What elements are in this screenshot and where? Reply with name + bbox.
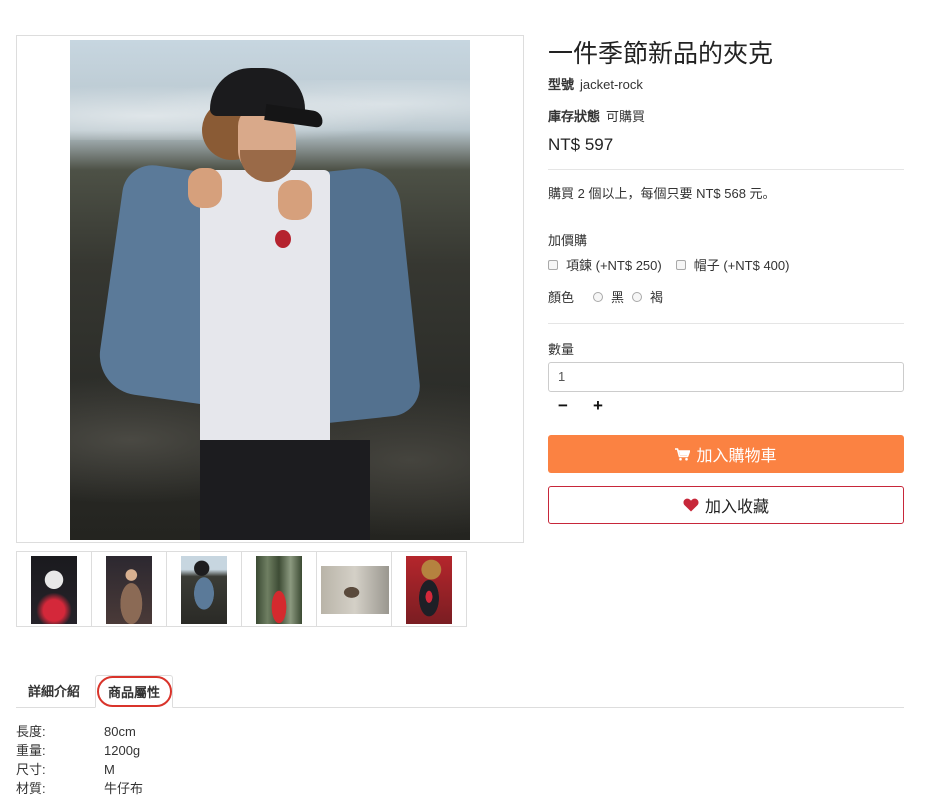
color-option-brown[interactable]: 褐 [632,287,663,306]
color-options: 顏色 黑 褐 [548,287,671,306]
add-to-wishlist-label: 加入收藏 [704,499,769,516]
color-label: 顏色 [548,290,575,305]
model-line: 型號 jacket-rock [548,74,643,93]
addon-necklace[interactable]: 項鍊 (+NT$ 250) [548,255,662,274]
spec-key: 材質: [16,781,46,796]
spec-key: 尺寸: [16,762,46,777]
color-option-black[interactable]: 黑 [593,287,624,306]
color-brown-label: 褐 [650,290,664,305]
thumbnail-strip [16,551,467,627]
divider [548,323,904,324]
quantity-label: 數量 [548,342,575,357]
addon-hat-label: 帽子 (+NT$ 400) [693,258,790,273]
shopping-cart-icon [675,447,691,461]
spec-value: M [104,762,115,777]
thumbnail-image [106,556,152,624]
quantity-input[interactable]: 1 [548,362,904,392]
add-to-wishlist-button[interactable]: 加入收藏 [548,486,904,524]
bulk-discount-text: 購買 2 個以上，每個只要 NT$ 568 元。 [548,186,776,201]
spec-value: 牛仔布 [104,781,144,796]
color-brown-radio[interactable] [632,291,643,302]
product-title: 一件季節新品的夾克 [548,39,774,68]
thumbnail-1[interactable] [16,551,92,627]
heart-icon [683,498,699,512]
thumbnail-5[interactable] [316,551,392,627]
quantity-increase-button[interactable]: + [588,396,608,416]
spec-key: 長度: [16,724,46,739]
color-black-radio[interactable] [593,291,604,302]
thumbnail-4[interactable] [241,551,317,627]
addon-necklace-checkbox[interactable] [548,259,558,270]
stock-value: 可購買 [606,109,646,124]
thumbnail-image [321,566,389,614]
divider [548,169,904,170]
addon-hat-checkbox[interactable] [675,259,686,270]
addon-necklace-label: 項鍊 (+NT$ 250) [566,258,662,273]
thumbnail-3[interactable] [166,551,242,627]
thumbnail-image [181,556,227,624]
thumbnail-image [31,556,77,624]
spec-value: 80cm [104,724,136,739]
main-product-image[interactable] [16,35,524,543]
addon-options: 項鍊 (+NT$ 250) 帽子 (+NT$ 400) [548,255,803,274]
spec-value: 1200g [104,743,141,758]
addon-label: 加價購 [548,233,588,248]
tab-description[interactable]: 詳細介紹 [17,675,91,708]
tab-attributes[interactable]: 商品屬性 [95,675,173,708]
add-to-cart-label: 加入購物車 [696,448,777,465]
quantity-decrease-button[interactable]: − [553,396,573,416]
product-price: NT$ 597 [548,135,614,154]
model-label: 型號 [548,77,575,92]
thumbnail-image [256,556,302,624]
add-to-cart-button[interactable]: 加入購物車 [548,435,904,473]
model-value: jacket-rock [580,77,643,92]
product-photo [70,40,470,540]
addon-hat[interactable]: 帽子 (+NT$ 400) [675,255,790,274]
thumbnail-6[interactable] [391,551,467,627]
thumbnail-2[interactable] [91,551,167,627]
spec-key: 重量: [16,743,46,758]
stock-label: 庫存狀態 [548,109,601,124]
stock-line: 庫存狀態 可購買 [548,106,645,125]
thumbnail-image [406,556,452,624]
color-black-label: 黑 [611,290,625,305]
